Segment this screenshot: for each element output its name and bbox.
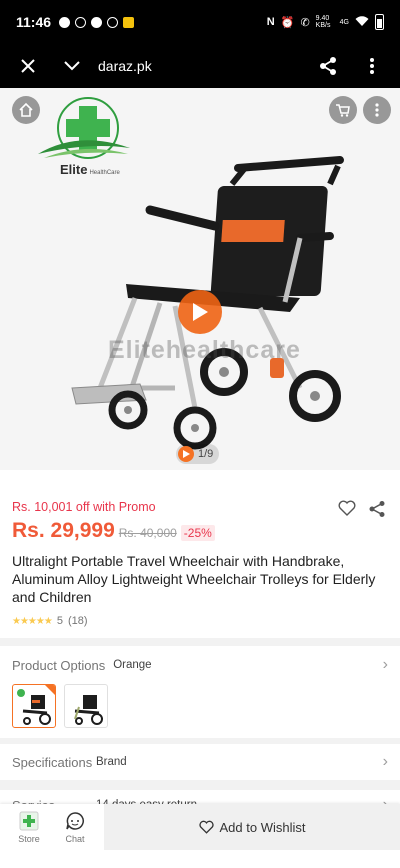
rating-stars: ★★★★★: [12, 615, 53, 627]
snapchat-icon: [59, 16, 71, 28]
share-button[interactable]: [306, 44, 350, 88]
share-icon: [320, 57, 336, 75]
add-to-wishlist-button[interactable]: Add to Wishlist: [104, 804, 400, 850]
store-icon: [19, 811, 39, 830]
option-thumb-black[interactable]: [64, 684, 108, 728]
call-icon: ✆: [300, 16, 310, 29]
bottom-action-bar: Store Chat Add to Wishlist: [0, 804, 400, 850]
play-icon: [193, 303, 208, 321]
chevron-down-icon: [64, 61, 80, 71]
watermark: Elitehealthcare: [108, 336, 301, 364]
url-text[interactable]: daraz.pk: [98, 58, 306, 74]
net-type: 4G: [339, 18, 349, 26]
more-button[interactable]: [350, 44, 394, 88]
image-counter: 1/9: [176, 444, 220, 464]
chevron-right-icon: ›: [382, 753, 388, 770]
specifications-value: Brand: [96, 756, 127, 768]
specifications-label: Specifications: [12, 754, 93, 770]
whatsapp-icon: [75, 16, 87, 28]
status-time: 11:46: [16, 14, 52, 30]
close-icon: [21, 59, 35, 73]
wheelchair-image: [71, 156, 344, 450]
close-button[interactable]: [6, 44, 50, 88]
video-indicator-icon: [178, 446, 194, 462]
heart-icon: [198, 820, 214, 834]
more-vertical-icon: [370, 58, 374, 74]
specifications-row[interactable]: Specifications Brand ›: [0, 744, 400, 780]
option-thumbnails: [0, 674, 400, 738]
product-image-gallery[interactable]: Elite HealthCare Elitehealthcare 1/9: [0, 88, 400, 470]
selected-option: Orange: [113, 659, 152, 671]
battery-icon: [375, 14, 384, 30]
price-section: Rs. 10,001 off with Promo Rs. 29,999 Rs.…: [0, 490, 400, 638]
product-options-label: Product Options: [12, 657, 106, 673]
heart-icon[interactable]: [338, 500, 356, 516]
share-icon[interactable]: [368, 500, 386, 518]
price-actions: [338, 500, 386, 518]
status-bar: 11:46 N ⏰ ✆ 9.40 KB/s 4G: [0, 0, 400, 44]
product-options-header[interactable]: Product Options Orange ›: [0, 646, 400, 674]
nfc-icon: N: [266, 16, 275, 28]
system-nav-area: [0, 850, 400, 868]
current-price: Rs. 29,999: [12, 519, 115, 542]
app-notification-icon: [123, 16, 135, 28]
section-divider: [0, 780, 400, 790]
product-options[interactable]: Product Options Orange ›: [0, 646, 400, 738]
section-divider: [0, 638, 400, 646]
browser-bar: daraz.pk: [0, 44, 400, 88]
original-price: Rs. 40,000: [118, 526, 177, 540]
chevron-right-icon: ›: [382, 656, 388, 673]
chat-label: Chat: [65, 833, 85, 844]
image-counter-text: 1/9: [198, 448, 214, 460]
tiktok-icon: [107, 16, 119, 28]
rating-count: (18): [67, 615, 88, 627]
promo-text: Rs. 10,001 off with Promo: [12, 500, 156, 514]
messenger-icon: [91, 16, 103, 28]
notification-icons: [59, 16, 135, 28]
option-thumb-orange[interactable]: [12, 684, 56, 728]
chat-button[interactable]: Chat: [52, 804, 98, 850]
rating-row[interactable]: ★★★★★ 5 (18): [12, 615, 388, 627]
dropdown-button[interactable]: [50, 44, 94, 88]
rating-score: 5: [56, 615, 63, 627]
store-button[interactable]: Store: [6, 804, 52, 850]
net-speed: 9.40 KB/s: [315, 15, 331, 29]
play-video-button[interactable]: [178, 290, 222, 334]
chat-icon: [66, 811, 84, 830]
product-title: Ultralight Portable Travel Wheelchair wi…: [12, 553, 376, 605]
store-label: Store: [18, 833, 40, 844]
price-row: Rs. 29,999 Rs. 40,000 -25%: [12, 519, 388, 543]
alarm-icon: ⏰: [280, 16, 295, 29]
wifi-icon: [355, 15, 369, 29]
system-icons: N ⏰ ✆ 9.40 KB/s 4G: [267, 14, 384, 30]
wishlist-label: Add to Wishlist: [219, 819, 306, 835]
discount-badge: -25%: [180, 525, 215, 541]
